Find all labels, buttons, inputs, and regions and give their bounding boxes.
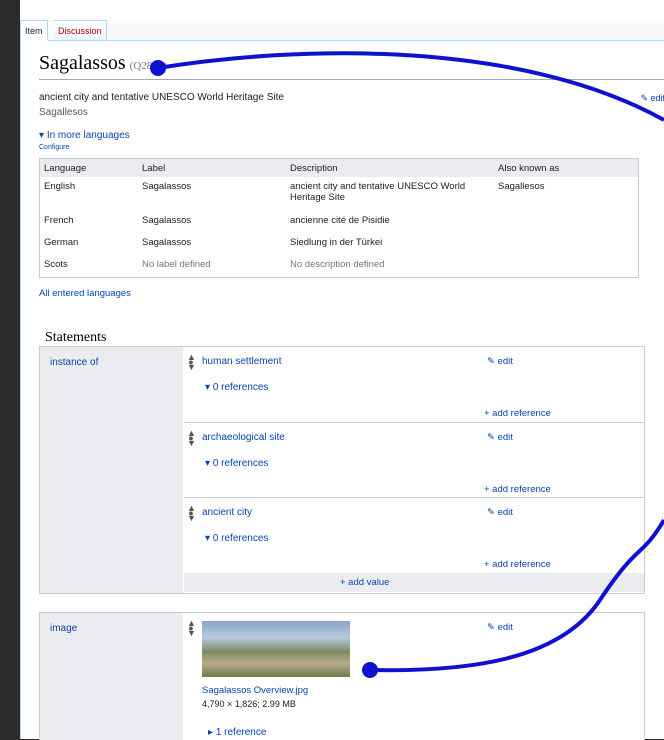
references-toggle[interactable]: ▾ 0 references <box>205 458 268 469</box>
references-label: 0 references <box>212 458 269 469</box>
edit-label: edit <box>497 356 513 367</box>
claim: ▲ ● ▼ Sagalassos Overview.jpg 4,790 × 1,82… <box>184 613 644 740</box>
references-label: 0 references <box>212 533 269 544</box>
image-thumbnail[interactable] <box>202 621 350 677</box>
title-divider <box>39 79 664 80</box>
entity-id: (Q2891) <box>129 60 167 72</box>
add-reference-button[interactable]: + add reference <box>484 484 551 495</box>
statement-group-image: image ▲ ● ▼ Sagalassos Overview.jpg 4,790 … <box>39 612 645 740</box>
claim: ▲ ● ▼ archaeological site ✎ edit ▾ 0 refer… <box>184 422 644 498</box>
wikidata-page: Item Discussion Sagalassos (Q2891) ancien… <box>20 0 664 740</box>
image-file-info: 4,790 × 1,826; 2.99 MB <box>202 699 296 709</box>
all-entered-languages-link[interactable]: All entered languages <box>39 288 131 299</box>
table-row: English Sagalassos ancient city and tent… <box>40 177 639 211</box>
table-row: French Sagalassos ancienne cité de Pisid… <box>40 211 639 233</box>
cell-description: ancient city and tentative UNESCO World … <box>290 181 466 203</box>
references-toggle[interactable]: ▸ 1 reference <box>208 727 266 738</box>
references-label: 1 reference <box>215 727 267 738</box>
column-header-description: Description <box>286 158 494 177</box>
claim: ▲ ● ▼ human settlement ✎ edit ▾ 0 referenc… <box>184 347 644 422</box>
claim-value-link[interactable]: ancient city <box>202 507 252 518</box>
main-content: Sagalassos (Q2891) ancient city and tenta… <box>20 40 664 740</box>
table-row: Scots No label defined No description de… <box>40 255 639 278</box>
in-more-languages-toggle[interactable]: ▾ In more languages <box>39 130 130 141</box>
edit-label: edit <box>497 507 513 518</box>
cell-language: Scots <box>44 259 68 270</box>
edit-button[interactable]: ✎ edit <box>487 432 513 443</box>
property-instance-of-link[interactable]: instance of <box>50 357 98 368</box>
statement-group-instance-of: instance of ▲ ● ▼ human settlement ✎ edit … <box>39 346 645 594</box>
cell-aka <box>494 255 639 278</box>
tab-item[interactable]: Item <box>20 20 48 41</box>
column-header-language: Language <box>39 158 138 177</box>
rank-selector-icon[interactable]: ▲ ● ▼ <box>187 504 196 523</box>
cell-language: German <box>44 237 79 248</box>
cell-aka <box>494 233 639 255</box>
cell-language: French <box>44 215 74 226</box>
cell-label: No label defined <box>142 259 211 270</box>
cell-description: ancienne cité de Pisidie <box>290 215 390 226</box>
rank-selector-icon[interactable]: ▲ ● ▼ <box>187 353 196 372</box>
entity-label: Sagalassos <box>39 52 126 74</box>
cell-label: Sagalassos <box>142 215 192 226</box>
add-reference-button[interactable]: + add reference <box>484 408 551 419</box>
cell-language: English <box>44 181 76 192</box>
claim-value-link[interactable]: archaeological site <box>202 432 285 443</box>
edit-button[interactable]: ✎ edit <box>487 622 513 633</box>
entity-alias: Sagallesos <box>39 107 88 118</box>
statements-heading: Statements <box>45 330 107 345</box>
cell-label: Sagalassos <box>142 181 192 192</box>
add-reference-button[interactable]: + add reference <box>484 559 551 570</box>
cell-label: Sagalassos <box>142 237 192 248</box>
add-value-button[interactable]: + add value <box>340 577 389 588</box>
tab-discussion[interactable]: Discussion <box>54 20 107 41</box>
rank-selector-icon[interactable]: ▲ ● ▼ <box>187 429 196 448</box>
edit-label: edit <box>650 93 664 103</box>
references-toggle[interactable]: ▾ 0 references <box>205 382 268 393</box>
column-header-aka: Also known as <box>494 158 639 177</box>
property-cell: image <box>40 613 183 740</box>
rank-selector-icon[interactable]: ▲ ● ▼ <box>187 619 196 638</box>
table-row: German Sagalassos Siedlung in der Türkei <box>40 233 639 255</box>
edit-button[interactable]: ✎ edit <box>487 356 513 367</box>
claim: ▲ ● ▼ ancient city ✎ edit ▾ 0 references +… <box>184 497 644 573</box>
in-more-languages-label: In more languages <box>46 130 130 141</box>
add-value-bar: + add value <box>184 573 644 592</box>
entity-description: ancient city and tentative UNESCO World … <box>39 92 284 103</box>
references-toggle[interactable]: ▾ 0 references <box>205 533 268 544</box>
page-tabs: Item Discussion <box>20 20 664 41</box>
edit-label: edit <box>497 622 513 633</box>
edit-header-button[interactable]: ✎ edit <box>640 93 664 104</box>
configure-link[interactable]: Configure <box>39 144 69 151</box>
image-filename-link[interactable]: Sagalassos Overview.jpg <box>202 685 308 696</box>
claim-value-link[interactable]: human settlement <box>202 356 282 367</box>
edit-label: edit <box>497 432 513 443</box>
cell-aka: Sagallesos <box>498 181 545 192</box>
cell-description: Siedlung in der Türkei <box>290 237 383 248</box>
property-image-link[interactable]: image <box>50 623 77 634</box>
cell-aka <box>494 211 639 233</box>
table-header-row: Language Label Description Also known as <box>39 158 639 177</box>
language-table: Language Label Description Also known as… <box>39 158 639 278</box>
edit-button[interactable]: ✎ edit <box>487 507 513 518</box>
property-cell: instance of <box>40 347 183 593</box>
column-header-label: Label <box>138 158 286 177</box>
cell-description: No description defined <box>290 259 385 270</box>
references-label: 0 references <box>212 382 269 393</box>
page-title: Sagalassos (Q2891) <box>39 52 167 75</box>
